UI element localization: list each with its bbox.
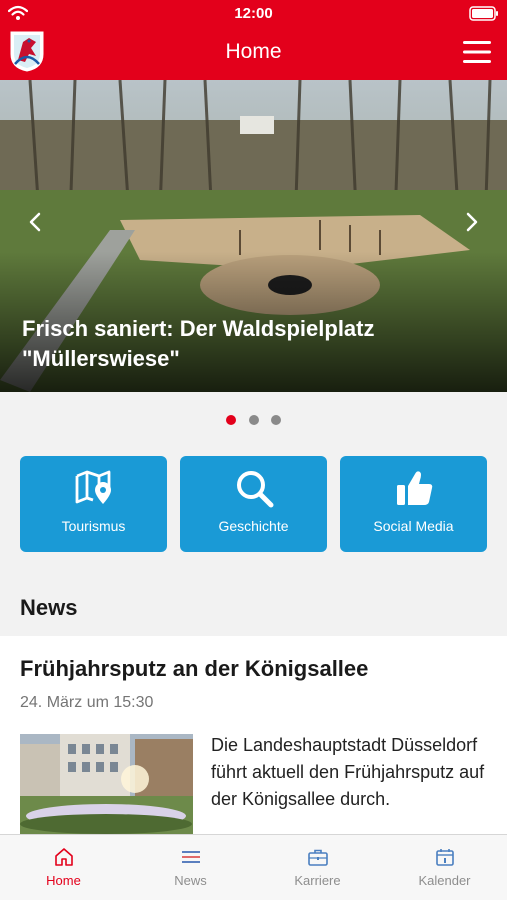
news-article-thumbnail[interactable]	[20, 734, 193, 834]
tab-kalender[interactable]: Kalender	[381, 835, 507, 900]
tile-label: Tourismus	[61, 518, 126, 534]
tourismus-tile-button[interactable]: Tourismus	[20, 456, 167, 552]
status-bar: 12:00	[0, 0, 507, 28]
news-carousel[interactable]: Frisch saniert: Der Waldspielplatz "Müll…	[0, 80, 507, 392]
carousel-dot[interactable]	[248, 415, 259, 425]
hamburger-menu-icon[interactable]	[463, 40, 491, 69]
search-icon	[180, 468, 327, 513]
carousel-next-icon[interactable]	[459, 210, 483, 234]
carousel-dot[interactable]	[270, 415, 281, 425]
thumbs-up-icon	[340, 468, 487, 513]
geschichte-tile-button[interactable]: Geschichte	[180, 456, 327, 552]
news-article-title[interactable]: Frühjahrsputz an der Königsallee	[20, 656, 368, 682]
tab-label: Kalender	[418, 873, 471, 888]
tile-label: Geschichte	[218, 518, 289, 534]
app-header: 12:00 Home	[0, 0, 507, 80]
briefcase-icon	[254, 847, 381, 872]
carousel-caption[interactable]: Frisch saniert: Der Waldspielplatz "Müll…	[22, 314, 482, 374]
status-time: 12:00	[234, 5, 273, 22]
tab-label: News	[174, 873, 207, 888]
carousel-pagination	[0, 412, 507, 425]
carousel-dot[interactable]	[226, 415, 237, 425]
news-article-date: 24. März um 15:30	[20, 694, 154, 711]
bottom-tab-bar: Home News Karriere Kalender	[0, 834, 507, 900]
map-pin-icon	[20, 468, 167, 513]
tile-label: Social Media	[373, 518, 454, 534]
news-list-icon	[127, 847, 254, 872]
page-title: Home	[225, 40, 282, 63]
social-media-tile-button[interactable]: Social Media	[340, 456, 487, 552]
battery-icon	[469, 6, 499, 26]
news-article-card[interactable]: Frühjahrsputz an der Königsallee 24. Mär…	[0, 636, 507, 834]
calendar-icon	[381, 847, 507, 872]
tab-news[interactable]: News	[127, 835, 254, 900]
tab-karriere[interactable]: Karriere	[254, 835, 381, 900]
carousel-prev-icon[interactable]	[24, 210, 48, 234]
tab-label: Home	[46, 873, 81, 888]
home-icon	[0, 847, 127, 872]
news-section-heading: News	[20, 595, 78, 620]
tab-label: Karriere	[294, 873, 341, 888]
tab-home[interactable]: Home	[0, 835, 127, 900]
news-article-teaser[interactable]: Die Landeshauptstadt Düsseldorf führt ak…	[211, 732, 491, 813]
